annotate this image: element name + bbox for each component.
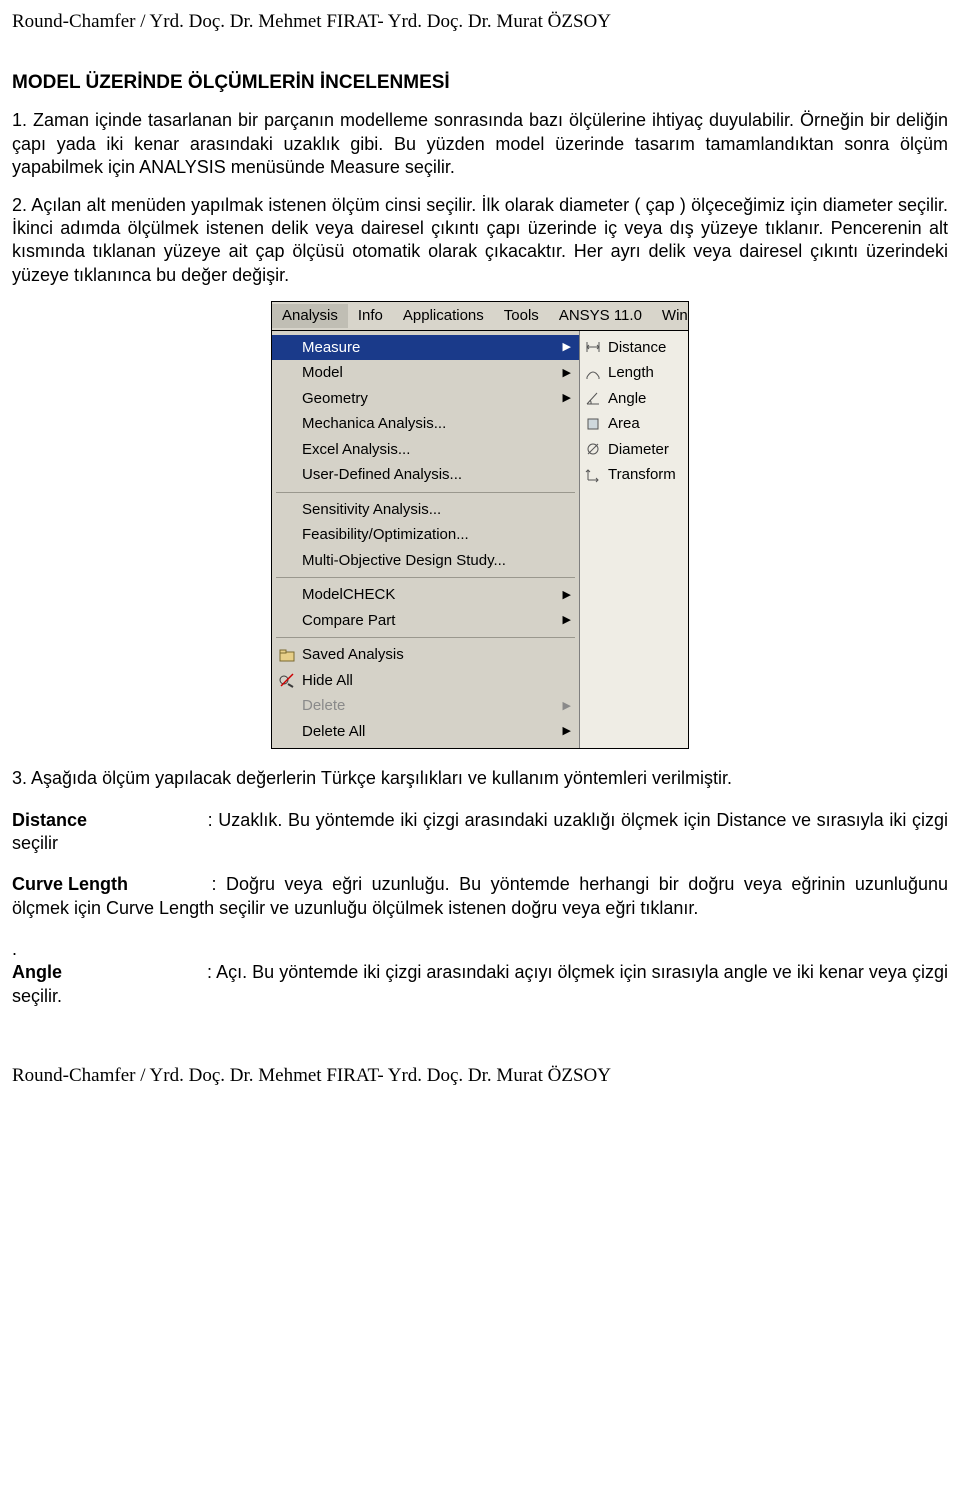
submenu-arrow-icon: ▶ xyxy=(563,724,571,738)
menu-modelcheck[interactable]: ModelCHECK ▶ xyxy=(272,582,579,608)
paragraph-2: 2. Açılan alt menüden yapılmak istenen ö… xyxy=(12,194,948,288)
submenu-measure: Distance Length Angle xyxy=(580,331,688,749)
menu-geometry-label: Geometry xyxy=(302,389,368,409)
menu-saved[interactable]: Saved Analysis xyxy=(272,642,579,668)
submenu-arrow-icon: ▶ xyxy=(563,588,571,602)
paragraph-3: 3. Aşağıda ölçüm yapılacak değerlerin Tü… xyxy=(12,767,948,790)
tab-window[interactable]: Win xyxy=(652,304,698,328)
dot-line: . xyxy=(12,938,948,961)
submenu-area[interactable]: Area xyxy=(580,411,688,437)
submenu-angle-label: Angle xyxy=(608,389,646,409)
submenu-distance[interactable]: Distance xyxy=(580,335,688,361)
submenu-distance-label: Distance xyxy=(608,338,666,358)
menu-multi[interactable]: Multi-Objective Design Study... xyxy=(272,548,579,574)
menu-delete-all-label: Delete All xyxy=(302,722,365,742)
paragraph-1: 1. Zaman içinde tasarlanan bir parçanın … xyxy=(12,109,948,179)
definition-distance: Distance : Uzaklık. Bu yöntemde iki çizg… xyxy=(12,809,948,856)
menu-modelcheck-label: ModelCHECK xyxy=(302,585,395,605)
menu-feasibility[interactable]: Feasibility/Optimization... xyxy=(272,522,579,548)
menu-multi-label: Multi-Objective Design Study... xyxy=(302,551,506,571)
menu-sensitivity[interactable]: Sensitivity Analysis... xyxy=(272,497,579,523)
term-angle: Angle xyxy=(12,961,202,984)
menu-sensitivity-label: Sensitivity Analysis... xyxy=(302,500,441,520)
menu-model[interactable]: Model ▶ xyxy=(272,360,579,386)
menu-mechanica[interactable]: Mechanica Analysis... xyxy=(272,411,579,437)
submenu-arrow-icon: ▶ xyxy=(563,613,571,627)
menu-delete-all[interactable]: Delete All ▶ xyxy=(272,719,579,745)
submenu-angle[interactable]: Angle xyxy=(580,386,688,412)
term-curve-length: Curve Length xyxy=(12,873,202,896)
menu-compare[interactable]: Compare Part ▶ xyxy=(272,608,579,634)
menu-delete: Delete ▶ xyxy=(272,693,579,719)
submenu-length-label: Length xyxy=(608,363,654,383)
menu-measure[interactable]: Measure ▶ xyxy=(272,335,579,361)
transform-icon xyxy=(584,467,602,483)
tab-applications[interactable]: Applications xyxy=(393,304,494,328)
distance-icon xyxy=(584,339,602,355)
menu-excel-label: Excel Analysis... xyxy=(302,440,410,460)
menu-hide-all-label: Hide All xyxy=(302,671,353,691)
menu-saved-label: Saved Analysis xyxy=(302,645,404,665)
tab-ansys[interactable]: ANSYS 11.0 xyxy=(549,304,652,328)
menu-geometry[interactable]: Geometry ▶ xyxy=(272,386,579,412)
tab-tools[interactable]: Tools xyxy=(494,304,549,328)
submenu-transform[interactable]: Transform xyxy=(580,462,688,488)
area-icon xyxy=(584,416,602,432)
submenu-arrow-icon: ▶ xyxy=(563,699,571,713)
submenu-diameter[interactable]: Diameter xyxy=(580,437,688,463)
menu-hide-all[interactable]: Hide All xyxy=(272,668,579,694)
term-distance: Distance xyxy=(12,809,202,832)
menu-excel[interactable]: Excel Analysis... xyxy=(272,437,579,463)
submenu-arrow-icon: ▶ xyxy=(563,340,571,354)
tab-info[interactable]: Info xyxy=(348,304,393,328)
diameter-icon xyxy=(584,441,602,457)
hide-all-icon xyxy=(278,672,296,688)
submenu-diameter-label: Diameter xyxy=(608,440,669,460)
menubar-tabs: Analysis Info Applications Tools ANSYS 1… xyxy=(272,302,688,331)
menubar: Analysis Info Applications Tools ANSYS 1… xyxy=(271,301,689,749)
page-footer: Round-Chamfer / Yrd. Doç. Dr. Mehmet FIR… xyxy=(12,1064,948,1089)
submenu-arrow-icon: ▶ xyxy=(563,391,571,405)
dropdown-analysis: Measure ▶ Model ▶ Geometry ▶ Mechanica A… xyxy=(272,331,580,749)
menu-mechanica-label: Mechanica Analysis... xyxy=(302,414,446,434)
definition-angle: Angle : Açı. Bu yöntemde iki çizgi arası… xyxy=(12,961,948,1008)
angle-icon xyxy=(584,390,602,406)
menu-userdef[interactable]: User-Defined Analysis... xyxy=(272,462,579,488)
menu-divider xyxy=(276,637,575,638)
menu-divider xyxy=(276,492,575,493)
menu-measure-label: Measure xyxy=(302,338,360,358)
menu-model-label: Model xyxy=(302,363,343,383)
menu-divider xyxy=(276,577,575,578)
tab-analysis[interactable]: Analysis xyxy=(272,304,348,328)
menu-feasibility-label: Feasibility/Optimization... xyxy=(302,525,469,545)
submenu-transform-label: Transform xyxy=(608,465,676,485)
submenu-area-label: Area xyxy=(608,414,640,434)
menu-delete-label: Delete xyxy=(302,696,345,716)
page-header: Round-Chamfer / Yrd. Doç. Dr. Mehmet FIR… xyxy=(12,10,948,35)
saved-analysis-icon xyxy=(278,647,296,663)
definition-curve-length: Curve Length : Doğru veya eğri uzunluğu.… xyxy=(12,873,948,920)
length-icon xyxy=(584,365,602,381)
menu-userdef-label: User-Defined Analysis... xyxy=(302,465,462,485)
submenu-arrow-icon: ▶ xyxy=(563,366,571,380)
menu-compare-label: Compare Part xyxy=(302,611,395,631)
menu-screenshot: Analysis Info Applications Tools ANSYS 1… xyxy=(12,301,948,749)
section-title: MODEL ÜZERİNDE ÖLÇÜMLERİN İNCELENMESİ xyxy=(12,71,948,96)
submenu-length[interactable]: Length xyxy=(580,360,688,386)
